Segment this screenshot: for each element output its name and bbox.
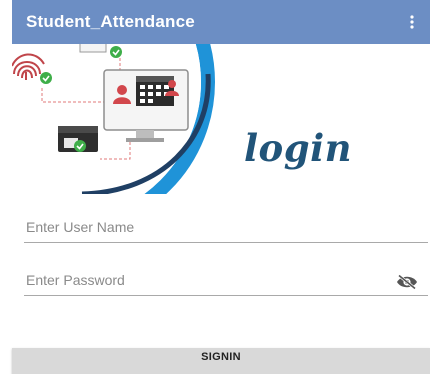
username-field[interactable] bbox=[24, 215, 428, 243]
more-vert-icon[interactable] bbox=[404, 10, 420, 34]
login-logo-text: login bbox=[244, 126, 353, 170]
signin-button[interactable]: SIGNIN bbox=[12, 348, 430, 374]
login-hero: login bbox=[12, 44, 430, 194]
calendar-icon bbox=[136, 76, 174, 106]
login-screen: Student_Attendance login Enter User Name… bbox=[0, 0, 430, 374]
attendance-illustration bbox=[12, 44, 215, 194]
eye-off-icon[interactable] bbox=[396, 274, 418, 290]
password-field[interactable] bbox=[24, 268, 428, 296]
checkmark-icon bbox=[40, 72, 52, 84]
id-card-icon bbox=[58, 126, 98, 152]
checkmark-icon bbox=[110, 46, 122, 58]
username-input[interactable] bbox=[24, 215, 428, 242]
app-bar: Student_Attendance bbox=[12, 0, 430, 44]
fingerprint-icon bbox=[12, 53, 45, 80]
password-input[interactable] bbox=[24, 268, 428, 295]
app-title: Student_Attendance bbox=[26, 12, 195, 31]
